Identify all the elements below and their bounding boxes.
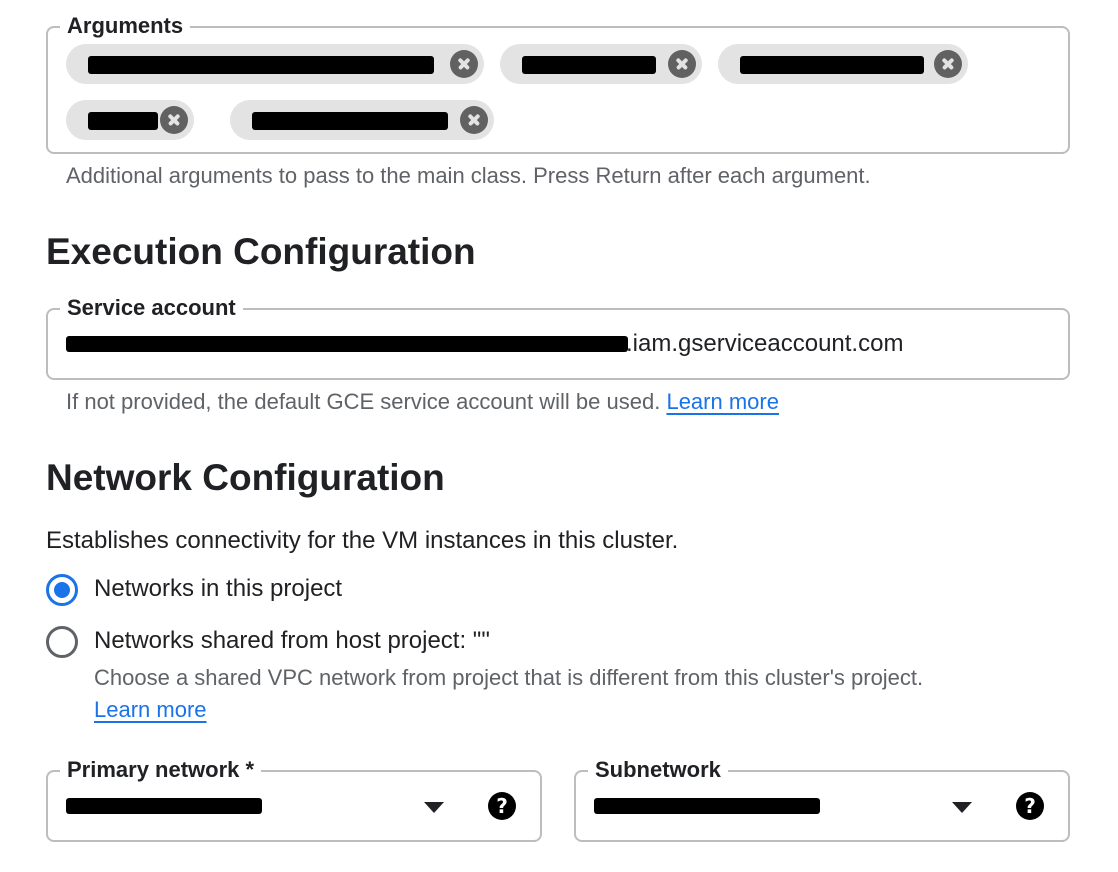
- redacted-text: [88, 56, 434, 74]
- redacted-text: [88, 112, 158, 130]
- arguments-label: Arguments: [60, 12, 191, 40]
- execution-section-title: Execution Configuration: [46, 231, 476, 272]
- help-icon[interactable]: ?: [1016, 792, 1044, 820]
- service-account-helper-text: If not provided, the default GCE service…: [66, 389, 661, 414]
- redacted-text: [594, 798, 820, 814]
- argument-chip[interactable]: [66, 100, 194, 140]
- network-description: Establishes connectivity for the VM inst…: [46, 527, 679, 554]
- shared-learn-more-wrapper: Learn more: [94, 696, 207, 724]
- service-account-field[interactable]: Service account .iam.gserviceaccount.com: [46, 294, 1070, 380]
- radio-networks-shared[interactable]: [46, 626, 78, 658]
- service-account-label: Service account: [60, 294, 243, 322]
- primary-network-label: Primary network *: [60, 756, 262, 784]
- dropdown-arrow-icon[interactable]: [424, 802, 444, 813]
- redacted-text: [522, 56, 656, 74]
- redacted-text: [740, 56, 924, 74]
- redacted-text: [252, 112, 448, 130]
- argument-chip[interactable]: [500, 44, 702, 84]
- dropdown-arrow-icon[interactable]: [952, 802, 972, 813]
- learn-more-link[interactable]: Learn more: [666, 389, 779, 414]
- service-account-helper: If not provided, the default GCE service…: [66, 388, 779, 416]
- radio-label-networks-in-project[interactable]: Networks in this project: [94, 574, 342, 604]
- radio-networks-in-project[interactable]: [46, 574, 78, 606]
- learn-more-link[interactable]: Learn more: [94, 697, 207, 722]
- network-section-title: Network Configuration: [46, 457, 445, 498]
- argument-chip[interactable]: [230, 100, 494, 140]
- arguments-field[interactable]: Arguments: [46, 12, 1070, 154]
- shared-network-description: Choose a shared VPC network from project…: [94, 665, 924, 690]
- argument-chip[interactable]: [66, 44, 484, 84]
- remove-chip-icon[interactable]: [934, 50, 962, 78]
- remove-chip-icon[interactable]: [450, 50, 478, 78]
- redacted-text: [66, 336, 628, 352]
- remove-chip-icon[interactable]: [460, 106, 488, 134]
- redacted-text: [66, 798, 262, 814]
- subnetwork-select[interactable]: Subnetwork ?: [574, 756, 1070, 842]
- service-account-value: .iam.gserviceaccount.com: [626, 330, 904, 357]
- primary-network-select[interactable]: Primary network * ?: [46, 756, 542, 842]
- arguments-helper-text: Additional arguments to pass to the main…: [66, 163, 871, 188]
- page: Arguments Additional arguments to pass t…: [0, 0, 1118, 872]
- help-icon[interactable]: ?: [488, 792, 516, 820]
- radio-label-networks-shared[interactable]: Networks shared from host project: "": [94, 626, 490, 656]
- remove-chip-icon[interactable]: [160, 106, 188, 134]
- argument-chip[interactable]: [718, 44, 968, 84]
- subnetwork-label: Subnetwork: [588, 756, 728, 784]
- remove-chip-icon[interactable]: [668, 50, 696, 78]
